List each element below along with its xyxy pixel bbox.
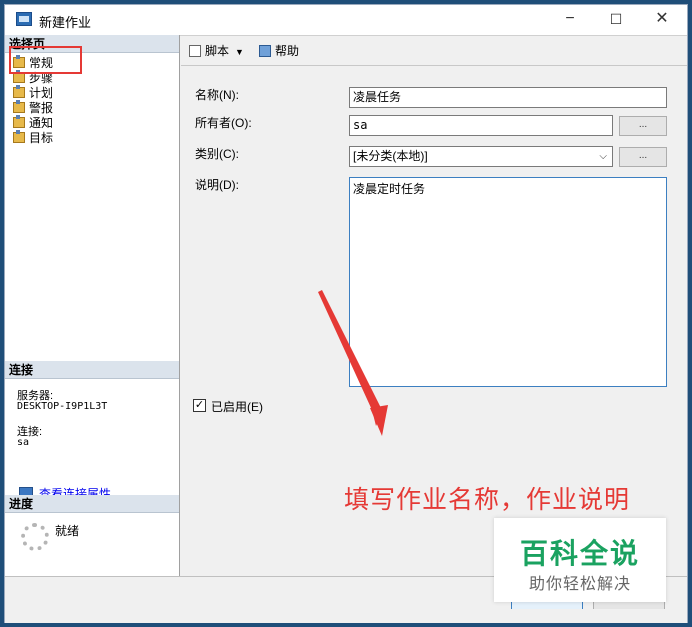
- watermark-sub: 助你轻松解决: [528, 576, 631, 593]
- annotation-text: 填写作业名称，作业说明: [344, 487, 631, 514]
- watermark-main: 百科全说: [519, 538, 640, 569]
- watermark: 百科全说 助你轻松解决: [494, 518, 666, 602]
